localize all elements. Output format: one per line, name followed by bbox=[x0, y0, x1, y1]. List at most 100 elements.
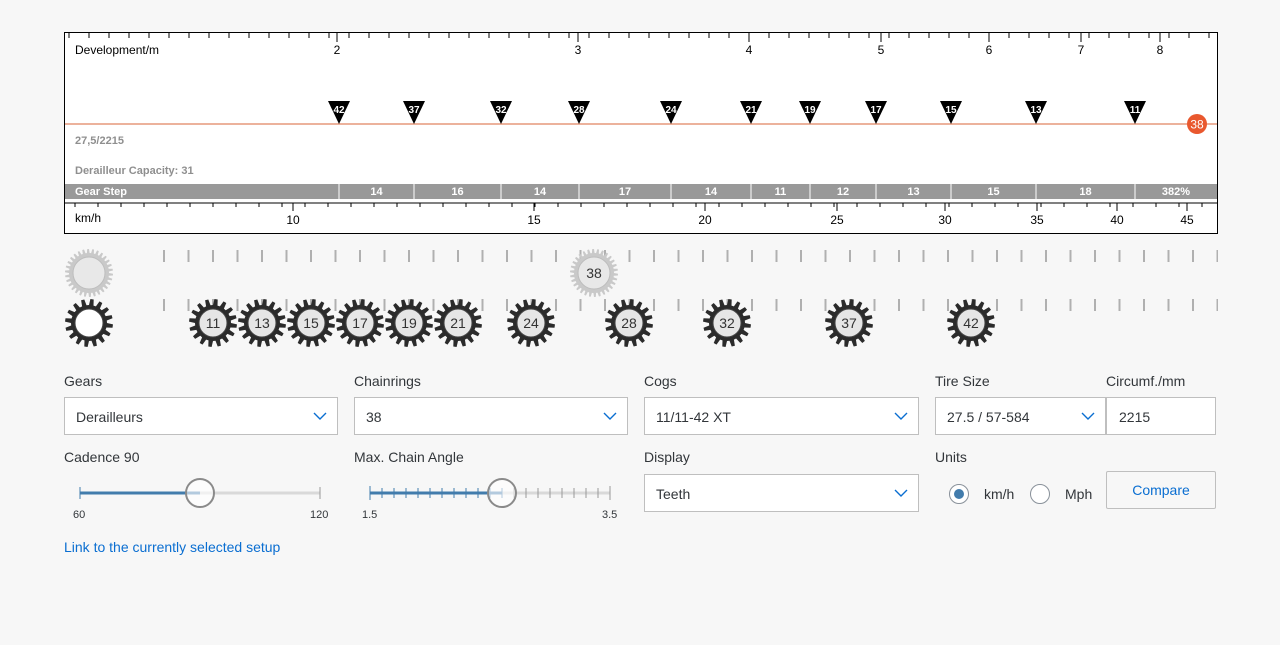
gear-step-value: 17 bbox=[619, 186, 631, 198]
cog-marker-label: 37 bbox=[408, 105, 420, 116]
radio-selected-dot bbox=[954, 489, 964, 499]
gear-step-value: 12 bbox=[837, 186, 849, 198]
dev-tick-label: 6 bbox=[986, 43, 993, 57]
speed-tick-label: 25 bbox=[830, 213, 844, 227]
dev-tick-label: 3 bbox=[575, 43, 582, 57]
chevron-down-icon bbox=[894, 489, 908, 497]
cog-marker-label: 15 bbox=[945, 105, 957, 116]
cadence-slider-track bbox=[79, 478, 321, 508]
speed-axis-label: km/h bbox=[75, 211, 101, 225]
chevron-down-icon bbox=[1081, 412, 1095, 420]
chainrings-label: Chainrings bbox=[354, 373, 421, 389]
dev-tick-label: 8 bbox=[1157, 43, 1164, 57]
gear-visualization: 38 11 13 15 17 19 21 24 28 32 37 42 bbox=[64, 245, 1219, 355]
tire-info: 27,5/2215 bbox=[75, 135, 124, 147]
chain-angle-label: Max. Chain Angle bbox=[354, 449, 464, 465]
gear-step-value: 14 bbox=[705, 186, 718, 198]
tire-size-select[interactable]: 27.5 / 57-584 bbox=[935, 397, 1106, 435]
gears-select-value: Derailleurs bbox=[76, 409, 143, 425]
circumference-value: 2215 bbox=[1119, 409, 1151, 425]
gear-step-value: 13 bbox=[907, 186, 919, 198]
gear-step-value: 11 bbox=[775, 186, 787, 198]
cadence-min-label: 60 bbox=[73, 509, 86, 521]
speed-tick-label: 40 bbox=[1110, 213, 1124, 227]
cog-gear-label: 32 bbox=[719, 315, 735, 331]
slider-handle bbox=[185, 478, 215, 508]
gears-label: Gears bbox=[64, 373, 103, 389]
chain-angle-min-label: 1.5 bbox=[362, 509, 378, 521]
chevron-down-icon bbox=[603, 412, 617, 420]
cogs-select[interactable]: 11/11-42 XT bbox=[644, 397, 919, 435]
chain-angle-slider[interactable]: 1.5 3.5 bbox=[354, 476, 628, 526]
gear-step-value: 14 bbox=[534, 186, 547, 198]
cog-gear-label: 28 bbox=[621, 315, 637, 331]
gear-visualization-svg: 38 11 13 15 17 19 21 24 28 32 37 42 bbox=[65, 249, 1219, 347]
chainrings-select[interactable]: 38 bbox=[354, 397, 628, 435]
dev-tick-label: 5 bbox=[878, 43, 885, 57]
gear-step-value: 382% bbox=[1162, 186, 1190, 198]
tire-size-label: Tire Size bbox=[935, 373, 990, 389]
cadence-max-label: 120 bbox=[310, 509, 329, 521]
cog-icon-hub bbox=[74, 308, 104, 338]
speed-tick-label: 30 bbox=[938, 213, 952, 227]
chain-angle-max-label: 3.5 bbox=[602, 509, 618, 521]
cog-marker-label: 24 bbox=[665, 105, 677, 116]
cog-gear-label: 24 bbox=[523, 315, 539, 331]
cog-marker-label: 19 bbox=[804, 105, 816, 116]
display-label: Display bbox=[644, 449, 690, 465]
cog-marker-label: 32 bbox=[495, 105, 507, 116]
cog-marker-label: 42 bbox=[333, 105, 345, 116]
dev-tick-label: 2 bbox=[334, 43, 341, 57]
cog-marker-label: 21 bbox=[745, 105, 757, 116]
gears-select[interactable]: Derailleurs bbox=[64, 397, 338, 435]
chain-angle-slider-track bbox=[369, 478, 611, 508]
chainrings-select-value: 38 bbox=[366, 409, 382, 425]
tire-size-select-value: 27.5 / 57-584 bbox=[947, 409, 1030, 425]
setup-link[interactable]: Link to the currently selected setup bbox=[64, 539, 280, 555]
chevron-down-icon bbox=[313, 412, 327, 420]
chainring-icon-hub bbox=[72, 256, 106, 290]
cog-marker-label: 17 bbox=[870, 105, 882, 116]
display-select[interactable]: Teeth bbox=[644, 474, 919, 512]
cogs-label: Cogs bbox=[644, 373, 677, 389]
cog-gear-label: 17 bbox=[352, 315, 368, 331]
chevron-down-icon bbox=[894, 412, 908, 420]
development-axis-label: Development/m bbox=[75, 43, 159, 57]
speed-tick-label: 15 bbox=[527, 213, 541, 227]
cog-gear-label: 11 bbox=[206, 315, 221, 331]
circumference-input[interactable]: 2215 bbox=[1106, 397, 1216, 435]
cog-gear-label: 37 bbox=[841, 315, 857, 331]
gear-step-value: 14 bbox=[370, 186, 383, 198]
dev-tick-label: 4 bbox=[746, 43, 753, 57]
dev-tick-label: 7 bbox=[1078, 43, 1085, 57]
unit-kmh-radio[interactable] bbox=[949, 484, 969, 504]
derailleur-capacity: Derailleur Capacity: 31 bbox=[75, 165, 194, 177]
cadence-slider[interactable]: 60 120 bbox=[64, 476, 338, 526]
cog-marker-label: 13 bbox=[1030, 105, 1042, 116]
speed-tick-label: 20 bbox=[698, 213, 712, 227]
cogs-select-value: 11/11-42 XT bbox=[656, 409, 731, 425]
cog-gear-label: 19 bbox=[401, 315, 417, 331]
gear-step-bar bbox=[65, 184, 1217, 199]
cog-marker-label: 28 bbox=[573, 105, 585, 116]
circumference-label: Circumf./mm bbox=[1106, 373, 1186, 389]
cog-marker-label: 11 bbox=[1130, 105, 1141, 116]
speed-tick-label: 10 bbox=[286, 213, 300, 227]
unit-mph-label[interactable]: Mph bbox=[1065, 486, 1092, 502]
gear-step-value: 16 bbox=[451, 186, 463, 198]
cog-gear-label: 42 bbox=[963, 315, 979, 331]
units-label: Units bbox=[935, 449, 967, 465]
gear-chart-svg: Development/m 2 3 4 5 6 7 8 42 37 32 28 24 21… bbox=[65, 33, 1217, 227]
gear-step-label: Gear Step bbox=[75, 186, 127, 198]
display-select-value: Teeth bbox=[656, 486, 691, 502]
slider-handle bbox=[487, 478, 517, 508]
unit-kmh-label[interactable]: km/h bbox=[984, 486, 1014, 502]
gear-chart: Development/m 2 3 4 5 6 7 8 42 37 32 28 24 21… bbox=[64, 32, 1218, 234]
gear-step-value: 18 bbox=[1079, 186, 1091, 198]
chainring-gear-label: 38 bbox=[586, 265, 602, 281]
compare-button[interactable]: Compare bbox=[1106, 471, 1216, 509]
speed-tick-label: 35 bbox=[1030, 213, 1044, 227]
speed-tick-label: 45 bbox=[1180, 213, 1194, 227]
unit-mph-radio[interactable] bbox=[1030, 484, 1050, 504]
cog-gear-label: 13 bbox=[254, 315, 270, 331]
